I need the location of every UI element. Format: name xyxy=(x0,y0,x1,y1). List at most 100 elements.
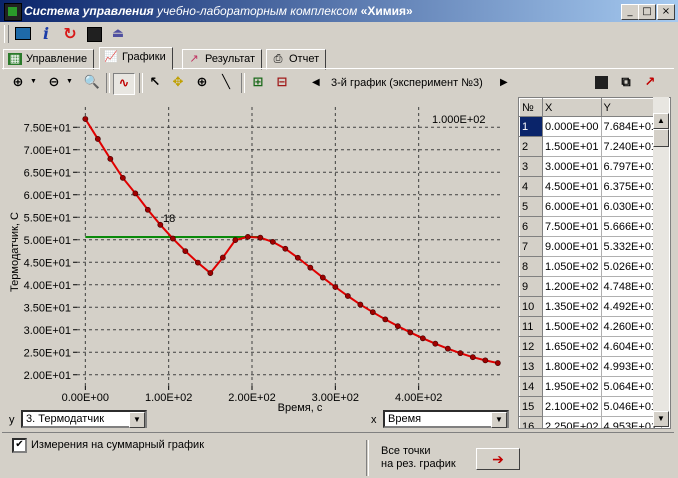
all-points-line1: Все точки xyxy=(381,445,431,457)
series-line xyxy=(84,118,499,365)
data-point xyxy=(194,259,201,266)
row-number[interactable]: 11 xyxy=(519,316,543,337)
bottom-divider xyxy=(366,440,369,476)
row-number[interactable]: 13 xyxy=(519,356,543,377)
row-number[interactable]: 7 xyxy=(519,236,543,257)
y-tick-label: 5.00E+01 xyxy=(24,235,71,247)
x-tick-label: 4.00E+02 xyxy=(395,392,442,404)
chevron-down-icon: ▼ xyxy=(129,412,145,428)
row-number[interactable]: 4 xyxy=(519,176,543,197)
table-row[interactable]: 2 1.500E+01 7.240E+01 xyxy=(519,136,662,157)
table-row[interactable]: 15 2.100E+02 5.046E+01 xyxy=(519,396,662,417)
data-point xyxy=(232,237,239,243)
row-number[interactable]: 16 xyxy=(519,416,543,428)
table-row[interactable]: 9 1.200E+02 4.748E+01 xyxy=(519,276,662,297)
table-row[interactable]: 11 1.500E+02 4.260E+01 xyxy=(519,316,662,337)
data-point xyxy=(219,254,226,261)
cell-x[interactable]: 7.500E+01 xyxy=(542,216,602,237)
data-point xyxy=(432,340,439,347)
row-number[interactable]: 2 xyxy=(519,136,543,157)
y-axis-select[interactable]: 3. Термодатчик ▼ xyxy=(21,410,147,428)
row-number[interactable]: 9 xyxy=(519,276,543,297)
y-tick-label: 6.50E+01 xyxy=(24,167,71,179)
x-select-label: x xyxy=(371,414,377,426)
col-header-x[interactable]: X xyxy=(542,98,602,117)
row-number[interactable]: 10 xyxy=(519,296,543,317)
send-points-button[interactable]: ➔ xyxy=(476,448,520,470)
data-point xyxy=(394,323,401,330)
x-axis-title: Время, с xyxy=(277,402,323,414)
tab-graphs[interactable]: 📈 Графики xyxy=(99,47,173,70)
data-point xyxy=(94,136,101,142)
row-number[interactable]: 8 xyxy=(519,256,543,277)
data-point xyxy=(144,206,151,213)
data-point xyxy=(294,254,301,261)
y-tick-label: 7.50E+01 xyxy=(24,122,71,134)
table-row[interactable]: 12 1.650E+02 4.604E+01 xyxy=(519,336,662,357)
cell-x[interactable]: 1.500E+01 xyxy=(542,136,602,157)
y-tick-label: 4.50E+01 xyxy=(24,257,71,269)
data-table[interactable]: № X Y 1 0.000E+00 7.684E+01 2 1.500E+01 7.240E+… xyxy=(518,97,671,429)
cell-x[interactable]: 6.000E+01 xyxy=(542,196,602,217)
scroll-down-button[interactable]: ▼ xyxy=(653,411,669,427)
table-row[interactable]: 10 1.350E+02 4.492E+01 xyxy=(519,296,662,317)
table-row[interactable]: 6 7.500E+01 5.666E+01 xyxy=(519,216,662,237)
data-point xyxy=(482,357,489,364)
cell-x[interactable]: 1.350E+02 xyxy=(542,296,602,317)
cell-x[interactable]: 0.000E+00 xyxy=(542,116,602,137)
data-point xyxy=(457,350,464,357)
cell-x[interactable]: 1.200E+02 xyxy=(542,276,602,297)
y-tick-label: 3.50E+01 xyxy=(24,302,71,314)
cell-x[interactable]: 2.250E+02 xyxy=(542,416,602,428)
row-number[interactable]: 14 xyxy=(519,376,543,397)
chevron-down-icon: ▼ xyxy=(491,412,507,428)
data-point xyxy=(282,245,289,252)
cell-x[interactable]: 4.500E+01 xyxy=(542,176,602,197)
table-row[interactable]: 3 3.000E+01 6.797E+01 xyxy=(519,156,662,177)
cell-x[interactable]: 1.500E+02 xyxy=(542,316,602,337)
row-number[interactable]: 3 xyxy=(519,156,543,177)
cell-x[interactable]: 1.650E+02 xyxy=(542,336,602,357)
table-row[interactable]: 5 6.000E+01 6.030E+01 xyxy=(519,196,662,217)
col-header-num[interactable]: № xyxy=(519,98,543,117)
table-row[interactable]: 4 4.500E+01 6.375E+01 xyxy=(519,176,662,197)
cell-x[interactable]: 9.000E+01 xyxy=(542,236,602,257)
point-marker-label: 18 xyxy=(163,213,176,225)
table-row[interactable]: 8 1.050E+02 5.026E+01 xyxy=(519,256,662,277)
cell-x[interactable]: 1.800E+02 xyxy=(542,356,602,377)
table-row[interactable]: 16 2.250E+02 4.953E+01 xyxy=(519,416,662,428)
data-point xyxy=(182,248,189,254)
cell-x[interactable]: 2.100E+02 xyxy=(542,396,602,417)
data-point xyxy=(132,190,139,197)
table-row[interactable]: 7 9.000E+01 5.332E+01 xyxy=(519,236,662,257)
cell-x[interactable]: 1.950E+02 xyxy=(542,376,602,397)
row-number[interactable]: 15 xyxy=(519,396,543,417)
x-tick-label: 0.00E+00 xyxy=(62,392,109,404)
cell-x[interactable]: 1.050E+02 xyxy=(542,256,602,277)
y-tick-label: 6.00E+01 xyxy=(24,190,71,202)
row-number[interactable]: 5 xyxy=(519,196,543,217)
row-number[interactable]: 6 xyxy=(519,216,543,237)
y-axis-title: Термодатчик, С xyxy=(9,212,21,292)
data-point xyxy=(332,284,339,290)
data-point xyxy=(207,270,214,276)
cell-x[interactable]: 3.000E+01 xyxy=(542,156,602,177)
y-tick-label: 3.00E+01 xyxy=(24,325,71,337)
row-number[interactable]: 1 xyxy=(519,116,543,137)
data-point xyxy=(244,233,251,240)
data-point xyxy=(344,293,351,299)
table-row[interactable]: 14 1.950E+02 5.064E+01 xyxy=(519,376,662,397)
data-point xyxy=(494,360,501,366)
table-row[interactable]: 1 0.000E+00 7.684E+01 xyxy=(519,116,662,137)
data-point xyxy=(107,155,114,162)
x-tick-label: 1.00E+02 xyxy=(145,392,192,404)
data-point xyxy=(269,238,276,245)
summary-graph-label: Измерения на суммарный график xyxy=(31,439,205,451)
table-row[interactable]: 13 1.800E+02 4.993E+01 xyxy=(519,356,662,377)
scroll-thumb[interactable] xyxy=(653,129,669,147)
row-number[interactable]: 12 xyxy=(519,336,543,357)
y-tick-label: 2.50E+01 xyxy=(24,347,71,359)
scroll-up-button[interactable]: ▲ xyxy=(653,113,669,129)
x-axis-select[interactable]: Время ▼ xyxy=(383,410,509,428)
summary-graph-checkbox[interactable]: ✔ xyxy=(12,438,27,453)
